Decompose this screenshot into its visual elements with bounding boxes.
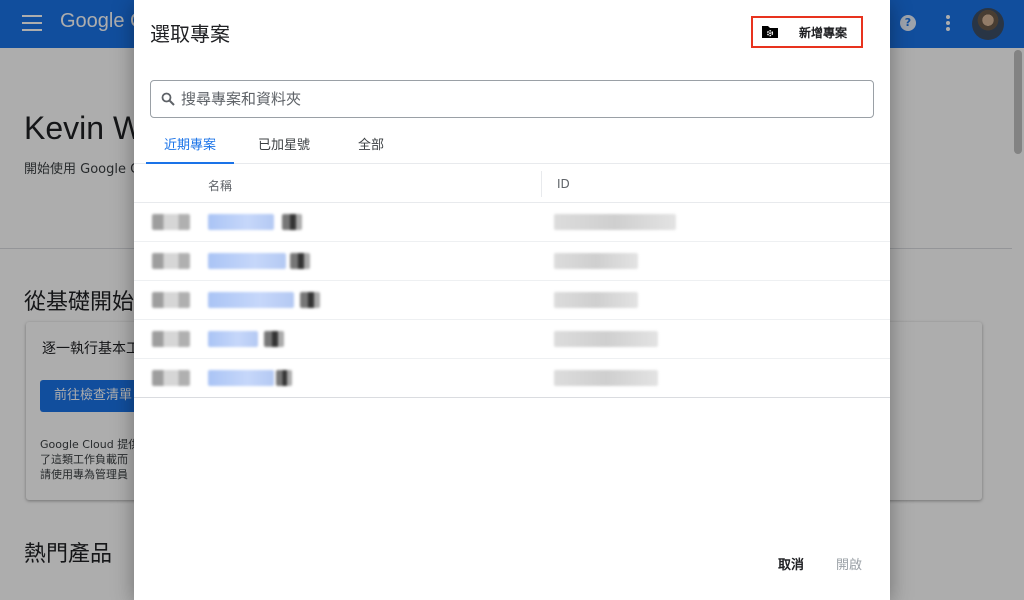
redacted-project-name[interactable]: [208, 292, 294, 308]
table-row[interactable]: [134, 203, 890, 242]
redacted-text: [276, 370, 292, 386]
new-project-label: 新增專案: [799, 25, 848, 40]
table-row[interactable]: [134, 359, 890, 398]
redacted-text: [282, 214, 302, 230]
column-divider: [541, 171, 542, 197]
redacted-project-name[interactable]: [208, 331, 258, 347]
redacted-project-type: [152, 331, 190, 347]
table-header: 名稱 ID: [134, 165, 890, 203]
redacted-text: [300, 292, 320, 308]
cancel-button[interactable]: 取消: [778, 548, 804, 584]
redacted-project-id: [554, 331, 658, 347]
redacted-project-id: [554, 370, 658, 386]
redacted-project-id: [554, 214, 676, 230]
dialog-title: 選取專案: [150, 22, 230, 46]
redacted-text: [290, 253, 310, 269]
new-project-button[interactable]: 新增專案: [751, 16, 863, 48]
redacted-project-type: [152, 370, 190, 386]
redacted-project-type: [152, 253, 190, 269]
column-header-name[interactable]: 名稱: [208, 177, 232, 194]
search-icon: [161, 92, 175, 106]
open-button[interactable]: 開啟: [836, 548, 862, 584]
tab-starred[interactable]: 已加星號: [246, 128, 322, 164]
redacted-project-name[interactable]: [208, 370, 274, 386]
table-row[interactable]: [134, 320, 890, 359]
tab-recent[interactable]: 近期專案: [146, 128, 234, 164]
folder-settings-icon: [761, 25, 779, 39]
table-row[interactable]: [134, 281, 890, 320]
search-input[interactable]: [181, 90, 861, 108]
redacted-project-name[interactable]: [208, 214, 274, 230]
redacted-project-type: [152, 292, 190, 308]
dialog-actions: 取消 開啟: [134, 548, 890, 584]
projects-table: 名稱 ID: [134, 165, 890, 398]
tab-all[interactable]: 全部: [340, 128, 402, 164]
column-header-id[interactable]: ID: [557, 177, 570, 191]
redacted-project-id: [554, 292, 638, 308]
table-row[interactable]: [134, 242, 890, 281]
select-project-dialog: 選取專案 新增專案 近期專案 已加星號 全部 名稱 ID: [134, 0, 890, 600]
redacted-project-id: [554, 253, 638, 269]
project-tabs: 近期專案 已加星號 全部: [134, 128, 890, 164]
redacted-project-type: [152, 214, 190, 230]
search-box[interactable]: [150, 80, 874, 118]
redacted-project-name[interactable]: [208, 253, 286, 269]
redacted-text: [264, 331, 284, 347]
